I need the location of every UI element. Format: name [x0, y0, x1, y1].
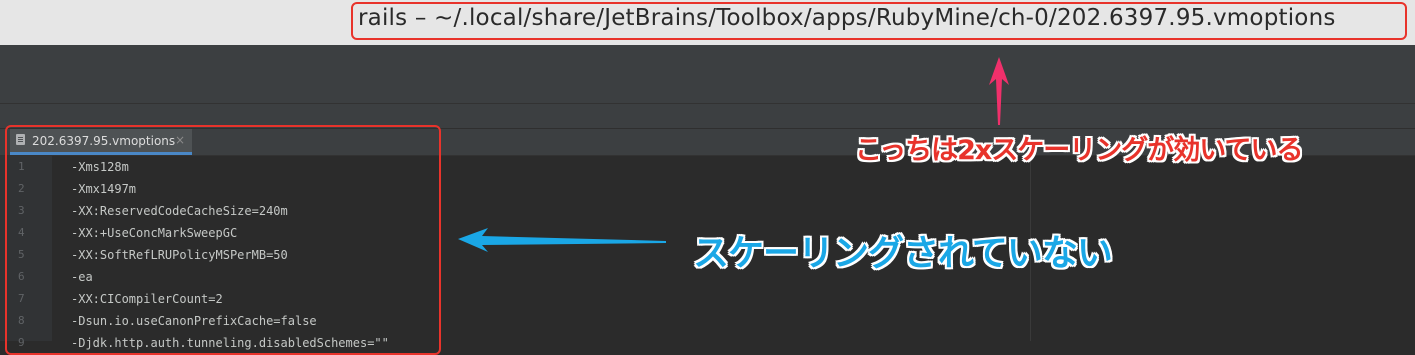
pink-up-arrow-icon [989, 57, 1009, 125]
not-scaled-annotation: スケーリングされていない [693, 233, 1113, 274]
editor-highlight-box [5, 125, 441, 355]
title-highlight-box [351, 2, 1407, 40]
toolbar [0, 45, 1415, 104]
blue-left-arrow-icon [458, 228, 666, 252]
scaled-annotation: こっちは2xスケーリングが効いている [855, 135, 1304, 166]
